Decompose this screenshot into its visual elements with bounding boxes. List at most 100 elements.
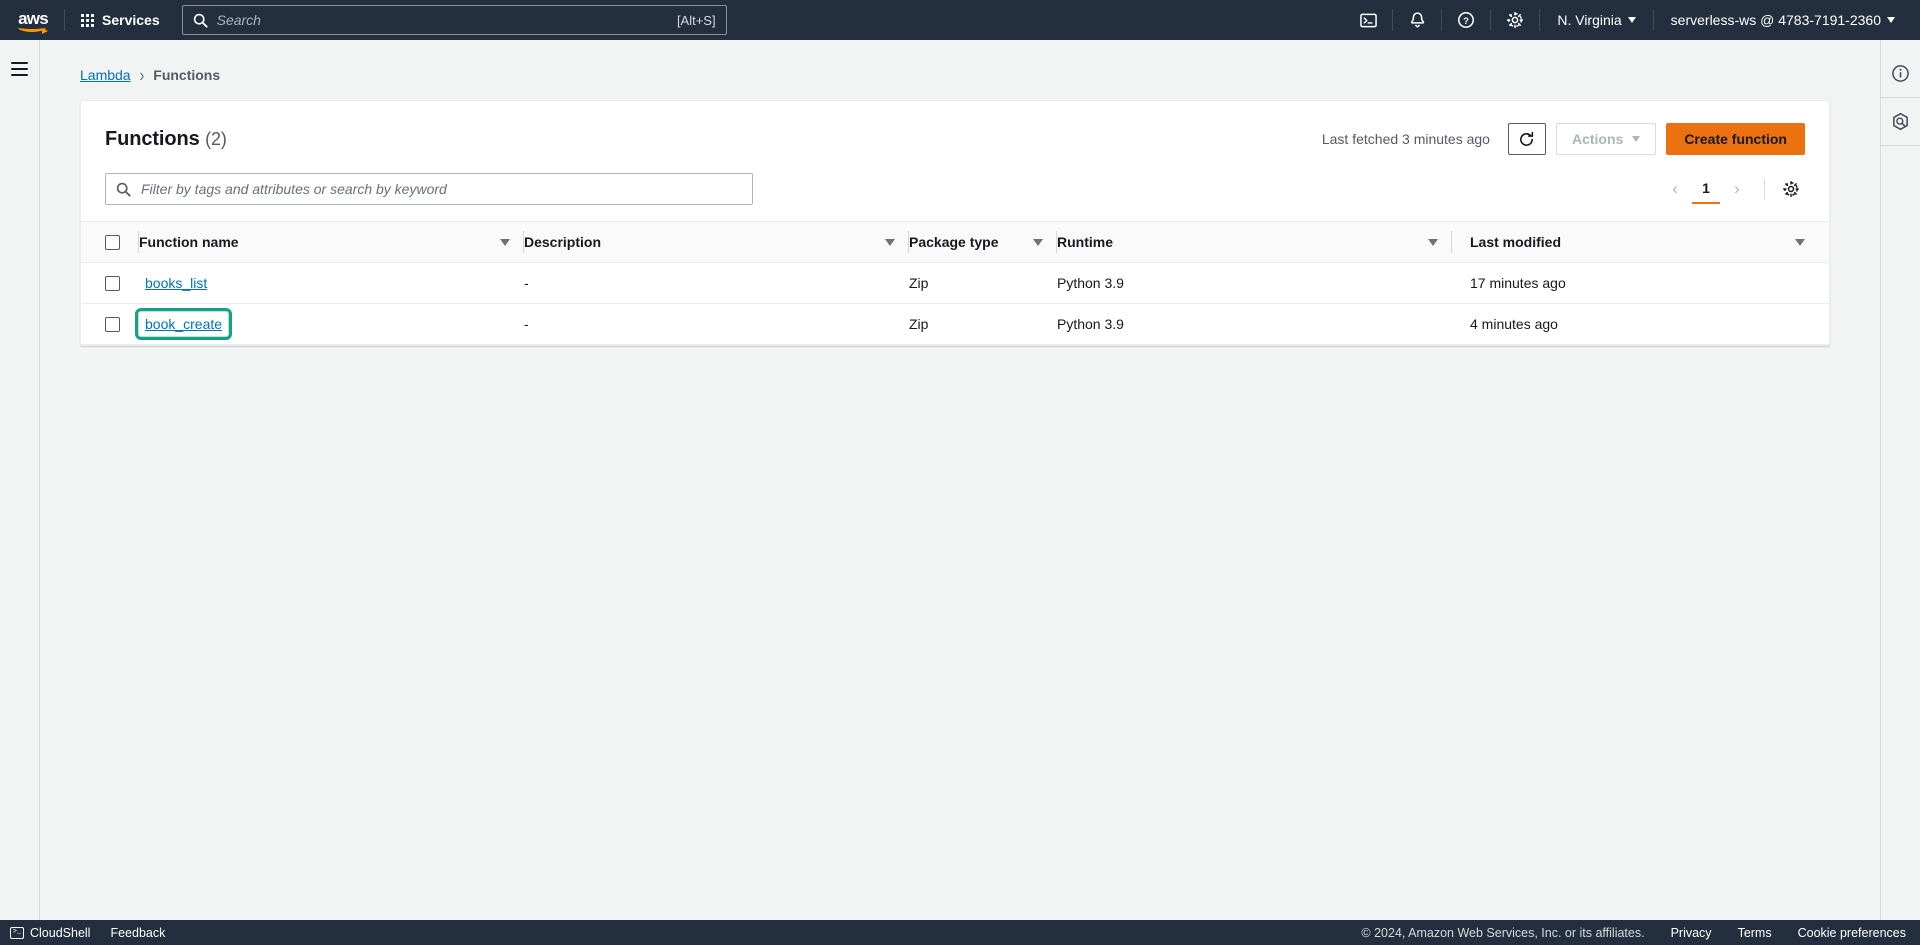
gear-icon — [1783, 181, 1799, 197]
nav-divider — [1392, 9, 1394, 31]
chevron-down-icon — [1887, 17, 1895, 23]
feedback-button[interactable]: Feedback — [110, 926, 165, 940]
right-tools-rail — [1880, 40, 1920, 920]
global-search-input[interactable] — [216, 12, 668, 28]
pagination-prev-button[interactable]: ‹ — [1660, 174, 1690, 204]
page-title: Functions (2) — [105, 128, 227, 151]
breadcrumb: Lambda › Functions — [40, 40, 1880, 88]
table-body: books_list - Zip Python 3.9 17 minutes a… — [81, 262, 1829, 345]
actions-label: Actions — [1571, 131, 1624, 147]
function-link-books-list[interactable]: books_list — [145, 275, 207, 291]
aws-logo[interactable]: aws — [12, 5, 54, 35]
refresh-icon — [1520, 131, 1534, 146]
account-menu[interactable]: serverless-ws @ 4783-7191-2360 — [1660, 5, 1906, 35]
info-panel-button[interactable] — [1880, 50, 1920, 98]
table-preferences-button[interactable] — [1777, 175, 1805, 203]
column-label: Runtime — [1057, 234, 1113, 250]
cloudshell-icon: >_ — [10, 926, 24, 939]
function-link-book-create[interactable]: book_create — [145, 316, 222, 332]
region-selector[interactable]: N. Virginia — [1546, 5, 1646, 35]
select-all-checkbox[interactable] — [105, 234, 120, 250]
nav-divider — [64, 9, 65, 31]
page-title-text: Functions — [105, 127, 200, 150]
filter-search-input[interactable] — [141, 181, 742, 197]
chevron-down-icon — [1632, 136, 1641, 142]
copyright-text: © 2024, Amazon Web Services, Inc. or its… — [1361, 925, 1645, 940]
cloudshell-icon — [1360, 13, 1377, 27]
help-button[interactable]: ? — [1448, 5, 1484, 35]
left-navigation-rail — [0, 40, 40, 920]
last-modified-cell: 17 minutes ago — [1452, 262, 1829, 304]
footer-right-group: © 2024, Amazon Web Services, Inc. or its… — [1361, 926, 1906, 940]
notifications-button[interactable] — [1399, 5, 1435, 35]
row-checkbox[interactable] — [105, 275, 120, 291]
sort-icon[interactable] — [1428, 238, 1438, 246]
sort-icon[interactable] — [1033, 238, 1043, 246]
pagination-page-1[interactable]: 1 — [1692, 174, 1720, 204]
page-shell: Lambda › Functions Functions (2) Last fe… — [0, 40, 1920, 920]
runtime-cell: Python 3.9 — [1057, 303, 1452, 345]
services-label: Services — [102, 12, 160, 28]
help-question-icon: ? — [1458, 12, 1475, 28]
select-all-header — [81, 221, 139, 263]
sort-icon[interactable] — [500, 238, 510, 246]
account-label: serverless-ws @ 4783-7191-2360 — [1670, 12, 1881, 28]
table-row: books_list - Zip Python 3.9 17 minutes a… — [81, 262, 1829, 304]
table-row: book_create - Zip Python 3.9 4 minutes a… — [81, 303, 1829, 345]
cloudshell-footer-button[interactable]: >_ CloudShell — [10, 926, 90, 940]
cloudwatch-panel-button[interactable] — [1880, 98, 1920, 146]
runtime-cell: Python 3.9 — [1057, 262, 1452, 304]
region-label: N. Virginia — [1557, 12, 1622, 28]
breadcrumb-separator: › — [139, 64, 145, 86]
filter-row: ‹ 1 › — [81, 159, 1829, 221]
cloudwatch-hexagon-icon — [1893, 112, 1908, 131]
pagination-divider — [1764, 179, 1765, 199]
column-header-runtime[interactable]: Runtime — [1057, 221, 1452, 263]
cookie-preferences-link[interactable]: Cookie preferences — [1798, 926, 1906, 940]
pagination-next-button[interactable]: › — [1722, 174, 1752, 204]
terms-link[interactable]: Terms — [1738, 926, 1772, 940]
function-name-cell: book_create — [134, 303, 524, 345]
filter-search-box[interactable] — [105, 173, 753, 205]
column-header-description[interactable]: Description — [524, 221, 909, 263]
description-cell: - — [524, 262, 909, 304]
privacy-link[interactable]: Privacy — [1671, 926, 1712, 940]
package-type-cell: Zip — [909, 303, 1057, 345]
services-menu-button[interactable]: Services — [71, 5, 170, 35]
column-header-function-name[interactable]: Function name — [139, 221, 524, 263]
cloudshell-icon-button[interactable] — [1350, 5, 1386, 35]
grid-icon — [81, 13, 94, 27]
sort-icon[interactable] — [1795, 238, 1805, 246]
account-settings-button[interactable] — [1497, 5, 1533, 35]
row-checkbox[interactable] — [105, 316, 120, 332]
nav-divider — [1539, 9, 1541, 31]
card-header: Functions (2) Last fetched 3 minutes ago… — [81, 101, 1829, 159]
function-name-cell: books_list — [139, 262, 524, 304]
last-modified-cell: 4 minutes ago — [1452, 303, 1829, 345]
sort-icon[interactable] — [885, 238, 895, 246]
refresh-button[interactable] — [1507, 123, 1546, 155]
nav-divider — [1652, 9, 1654, 31]
chevron-down-icon — [1627, 17, 1636, 23]
package-type-cell: Zip — [909, 262, 1057, 304]
row-select-cell — [81, 262, 139, 304]
hamburger-menu-icon[interactable] — [7, 56, 33, 82]
settings-gear-icon — [1507, 11, 1524, 29]
info-circle-icon — [1892, 65, 1909, 82]
top-navigation-bar: aws Services [Alt+S] — [0, 0, 1920, 40]
table-head: Function name Description Package type R… — [81, 221, 1829, 263]
column-label: Last modified — [1470, 234, 1562, 250]
last-fetched-label: Last fetched 3 minutes ago — [1321, 131, 1490, 147]
notifications-bell-icon — [1410, 12, 1425, 28]
search-icon — [116, 182, 131, 197]
column-label: Description — [524, 234, 602, 250]
column-label: Function name — [139, 234, 239, 250]
create-function-button[interactable]: Create function — [1666, 123, 1805, 155]
breadcrumb-current-functions: Functions — [153, 67, 221, 83]
global-search-box[interactable]: [Alt+S] — [181, 5, 727, 35]
actions-button[interactable]: Actions — [1555, 123, 1657, 155]
footer-bar: >_ CloudShell Feedback © 2024, Amazon We… — [0, 920, 1920, 945]
column-header-last-modified[interactable]: Last modified — [1452, 221, 1829, 263]
breadcrumb-link-lambda[interactable]: Lambda — [80, 67, 131, 83]
column-header-package-type[interactable]: Package type — [909, 221, 1057, 263]
